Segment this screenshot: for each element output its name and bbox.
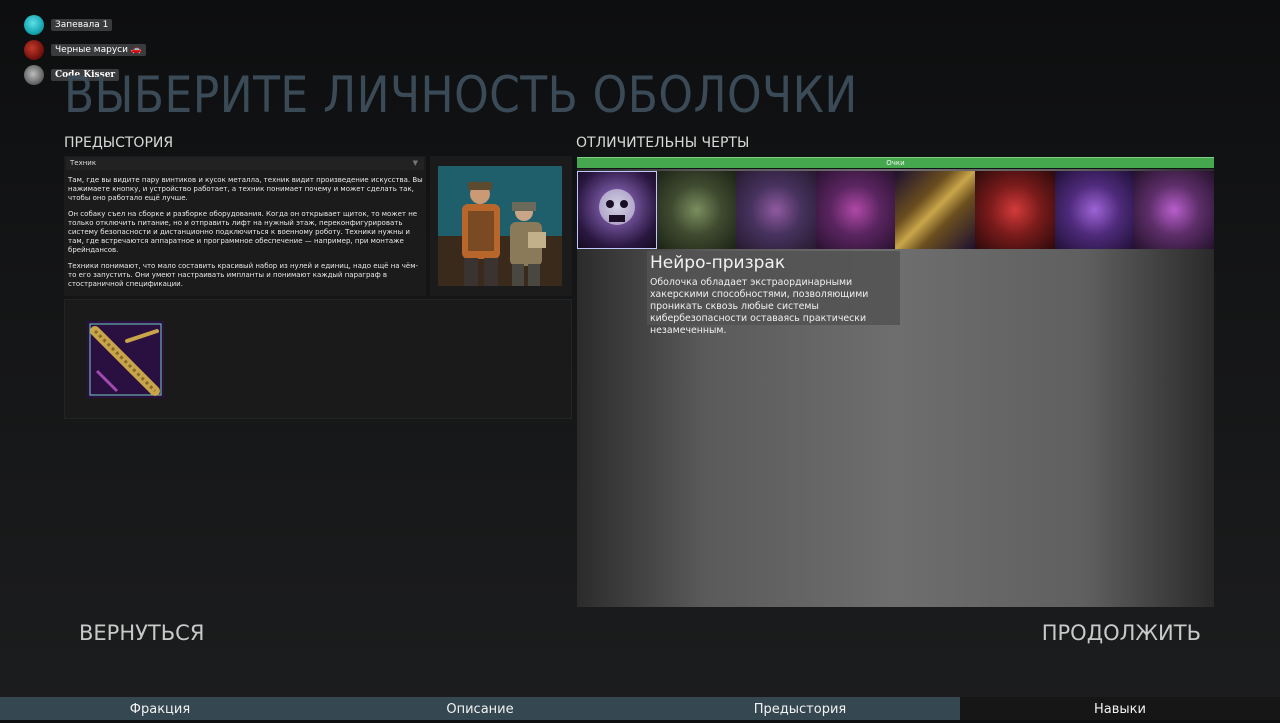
trait-strip <box>577 171 1214 249</box>
page-title: ВЫБЕРИТЕ ЛИЧНОСТЬ ОБОЛОЧКИ <box>64 66 858 124</box>
step-tabs: Фракция Описание Предыстория Навыки <box>0 697 1280 720</box>
backstory-paragraph: Там, где вы видите пару винтиков и кусок… <box>68 176 423 202</box>
trait-golden-tentacle[interactable] <box>895 171 975 249</box>
avatar <box>24 40 44 60</box>
backstory-description: Там, где вы видите пару винтиков и кусок… <box>68 176 424 296</box>
avatar <box>24 15 44 35</box>
player-entry: Черные маруси 🚗 <box>24 39 147 61</box>
points-bar: Очки <box>577 157 1214 168</box>
player-entry: Запевала 1 <box>24 14 146 36</box>
trait-purple-rogue[interactable] <box>1054 171 1135 249</box>
tab-faction[interactable]: Фракция <box>0 697 320 720</box>
avatar <box>24 65 44 85</box>
back-button[interactable]: ВЕРНУТЬСЯ <box>79 621 204 645</box>
backstory-portrait <box>438 166 562 286</box>
traits-label: ОТЛИЧИТЕЛЬНЫ ЧЕРТЫ <box>576 135 750 151</box>
backstory-select-value: Техник <box>70 159 97 167</box>
trait-violet-brawler[interactable] <box>1134 171 1214 249</box>
backstory-label: ПРЕДЫСТОРИЯ <box>64 135 174 151</box>
player-name: Черные маруси 🚗 <box>51 44 147 56</box>
player-name: Запевала 1 <box>51 19 113 31</box>
continue-button[interactable]: ПРОДОЛЖИТЬ <box>1042 621 1201 645</box>
trait-tentacle-hacker[interactable] <box>656 171 737 249</box>
trait-neuro-ghost[interactable] <box>577 171 657 249</box>
tooltip-description: Оболочка обладает экстраординарными хаке… <box>650 277 869 336</box>
chevron-down-icon: ▼ <box>412 159 418 167</box>
backstory-paragraph: Он собаку съел на сборке и разборке обор… <box>68 210 418 254</box>
trait-tooltip: Нейро-призрак Оболочка обладает экстраор… <box>647 251 900 336</box>
tab-backstory[interactable]: Предыстория <box>640 697 960 720</box>
trait-circuit-mask[interactable] <box>736 171 816 249</box>
trait-pink-cyborg[interactable] <box>815 171 896 249</box>
trait-red-demon[interactable] <box>974 171 1055 249</box>
tooltip-title: Нейро-призрак <box>650 253 786 273</box>
backstory-paragraph: Техники понимают, что мало составить кра… <box>68 262 419 288</box>
tab-skills[interactable]: Навыки <box>960 697 1280 720</box>
backstory-select[interactable]: Техник ▼ <box>66 157 424 170</box>
selected-skill-icon[interactable] <box>87 321 164 398</box>
tab-description[interactable]: Описание <box>320 697 640 720</box>
